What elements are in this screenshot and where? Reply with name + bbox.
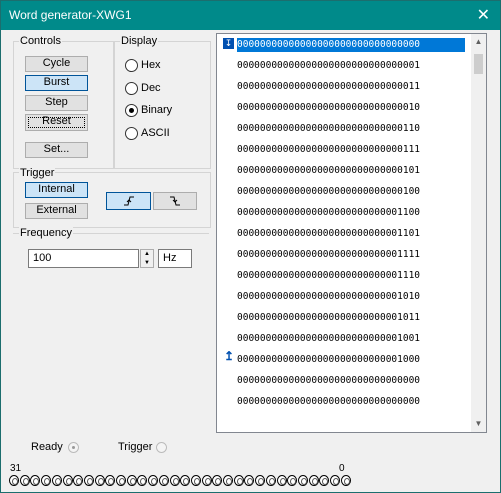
bit-terminal[interactable]: [19, 475, 30, 486]
word-row[interactable]: 00000000000000000000000000000100: [237, 185, 465, 199]
bit-terminal[interactable]: [51, 475, 62, 486]
word-row[interactable]: 00000000000000000000000000001000: [237, 353, 465, 367]
set-button[interactable]: Set...: [25, 142, 88, 158]
step-button[interactable]: Step: [25, 95, 88, 111]
start-cursor-icon: ↧: [223, 38, 234, 49]
bit-terminal[interactable]: [190, 475, 201, 486]
word-generator-window: Word generator-XWG1 ✕ Controls Cycle Bur…: [0, 0, 501, 493]
bit-terminal[interactable]: [319, 475, 330, 486]
word-row[interactable]: 00000000000000000000000000000111: [237, 143, 465, 157]
bit-terminal[interactable]: [30, 475, 41, 486]
word-list[interactable]: ↧ ↥ 00000000000000000000000000000000 0000…: [216, 33, 487, 433]
word-row[interactable]: 00000000000000000000000000001110: [237, 269, 465, 283]
trigger-status-label: Trigger: [118, 441, 153, 453]
falling-edge-icon: [170, 196, 180, 206]
bit-terminal[interactable]: [94, 475, 105, 486]
lsb-label: 0: [339, 463, 345, 474]
close-icon[interactable]: ✕: [477, 5, 490, 25]
bit-terminal[interactable]: [62, 475, 73, 486]
hex-radio[interactable]: [125, 59, 138, 72]
scroll-down-icon[interactable]: ▼: [471, 416, 486, 432]
dec-radio[interactable]: [125, 82, 138, 95]
frequency-input[interactable]: 100: [28, 249, 139, 268]
word-row[interactable]: 00000000000000000000000000000110: [237, 122, 465, 136]
spin-up-icon[interactable]: ▲: [141, 250, 153, 258]
ascii-label[interactable]: ASCII: [141, 127, 170, 139]
bit-terminal[interactable]: [169, 475, 180, 486]
reset-button[interactable]: Reset: [25, 114, 88, 131]
trigger-indicator: [156, 442, 167, 453]
hex-label[interactable]: Hex: [141, 59, 161, 71]
bit-terminal[interactable]: [297, 475, 308, 486]
bit-terminal[interactable]: [137, 475, 148, 486]
word-row[interactable]: 00000000000000000000000000001010: [237, 290, 465, 304]
bit-terminal[interactable]: [287, 475, 298, 486]
bit-terminal[interactable]: [308, 475, 319, 486]
window-title: Word generator-XWG1: [9, 8, 132, 22]
falling-edge-button[interactable]: [153, 192, 197, 210]
internal-button[interactable]: Internal: [25, 182, 88, 198]
bit-terminal[interactable]: [223, 475, 233, 486]
bit-terminal[interactable]: [105, 475, 116, 486]
burst-button[interactable]: Burst: [25, 75, 88, 91]
frequency-label: Frequency: [19, 227, 73, 239]
bit-terminal[interactable]: [126, 475, 137, 486]
bit-terminal[interactable]: [116, 475, 126, 486]
external-button[interactable]: External: [25, 203, 88, 219]
word-row[interactable]: 00000000000000000000000000000000: [237, 38, 465, 52]
scroll-thumb[interactable]: [474, 54, 483, 74]
rising-edge-button[interactable]: [106, 192, 151, 210]
bit-terminal[interactable]: [148, 475, 159, 486]
word-row[interactable]: 00000000000000000000000000000010: [237, 101, 465, 115]
bit-terminal[interactable]: [212, 475, 223, 486]
msb-label: 31: [10, 463, 22, 474]
word-row[interactable]: 00000000000000000000000000000001: [237, 59, 465, 73]
bit-terminal[interactable]: [265, 475, 276, 486]
rising-edge-icon: [123, 196, 134, 206]
word-row[interactable]: 00000000000000000000000000001001: [237, 332, 465, 346]
trigger-label: Trigger: [19, 167, 56, 179]
bit-terminal[interactable]: [201, 475, 212, 486]
binary-label[interactable]: Binary: [141, 104, 172, 116]
word-row[interactable]: 00000000000000000000000000000011: [237, 80, 465, 94]
word-row[interactable]: 00000000000000000000000000001011: [237, 311, 465, 325]
cycle-button[interactable]: Cycle: [25, 56, 88, 72]
bit-terminal[interactable]: [340, 475, 351, 486]
display-label: Display: [120, 35, 159, 47]
word-row[interactable]: 00000000000000000000000000001100: [237, 206, 465, 220]
word-row[interactable]: 00000000000000000000000000001101: [237, 227, 465, 241]
frequency-unit[interactable]: Hz: [158, 249, 192, 268]
bit-terminal[interactable]: [9, 475, 19, 486]
bit-terminal[interactable]: [83, 475, 94, 486]
ready-label: Ready: [31, 441, 63, 453]
word-row[interactable]: 00000000000000000000000000001111: [237, 248, 465, 262]
bit-terminal[interactable]: [233, 475, 244, 486]
binary-radio[interactable]: [125, 104, 138, 117]
final-position-icon: ↥: [224, 349, 235, 363]
title-bar: Word generator-XWG1 ✕: [1, 1, 500, 30]
bit-terminal[interactable]: [244, 475, 255, 486]
word-list-scrollbar[interactable]: ▲ ▼: [471, 34, 486, 432]
bit-terminal[interactable]: [41, 475, 52, 486]
ready-indicator: [68, 442, 79, 453]
bit-terminal[interactable]: [330, 475, 340, 486]
scroll-up-icon[interactable]: ▲: [471, 34, 486, 50]
word-row[interactable]: 00000000000000000000000000000000: [237, 374, 465, 388]
dec-label[interactable]: Dec: [141, 82, 161, 94]
word-row[interactable]: 00000000000000000000000000000101: [237, 164, 465, 178]
ascii-radio[interactable]: [125, 127, 138, 140]
word-row[interactable]: 00000000000000000000000000000000: [237, 395, 465, 409]
spin-down-icon[interactable]: ▼: [141, 259, 153, 267]
bit-terminal[interactable]: [255, 475, 266, 486]
bit-terminal[interactable]: [158, 475, 169, 486]
frequency-spinner[interactable]: ▲ ▼: [140, 249, 154, 268]
bit-terminal[interactable]: [73, 475, 84, 486]
controls-label: Controls: [19, 35, 62, 47]
bit-terminal[interactable]: [276, 475, 287, 486]
bit-terminal[interactable]: [180, 475, 191, 486]
